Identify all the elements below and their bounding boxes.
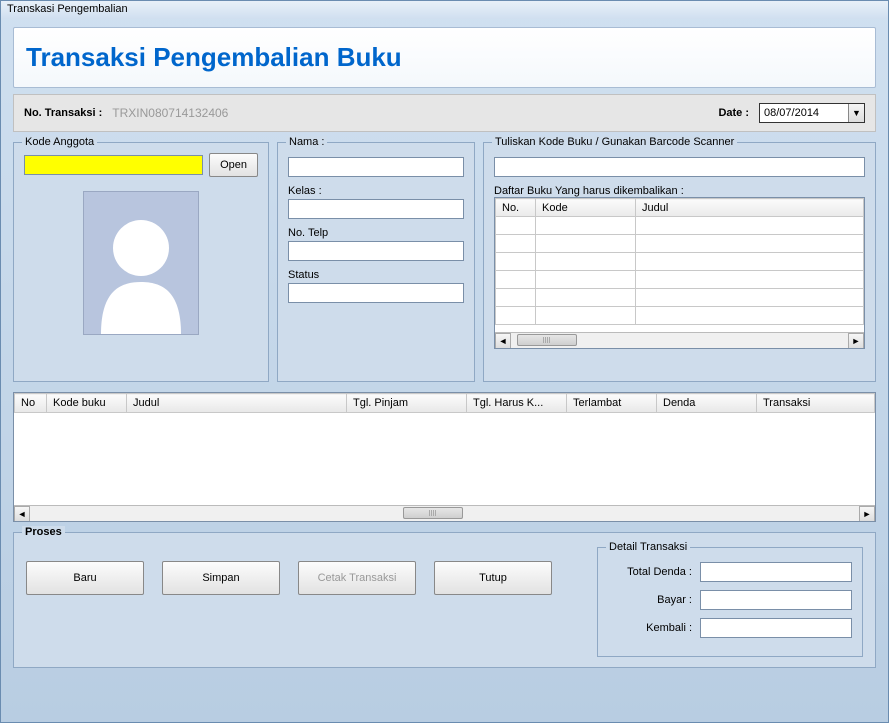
cetak-button[interactable]: Cetak Transaksi [298,561,416,595]
tutup-button[interactable]: Tutup [434,561,552,595]
mcol-tgl-pinjam[interactable]: Tgl. Pinjam [347,394,467,413]
barcode-input[interactable] [494,157,865,177]
member-legend: Kode Anggota [22,136,97,148]
table-row[interactable] [496,271,864,289]
info-group: Nama : Kelas : No. Telp Status [277,142,475,382]
date-input[interactable] [760,105,848,121]
kembali-label: Kembali : [608,622,692,634]
detail-group: Detail Transaksi Total Denda : Bayar : K… [597,547,863,657]
total-denda-label: Total Denda : [608,566,692,578]
scroll-right-icon[interactable]: ► [859,506,875,522]
trx-no-label: No. Transaksi : [24,107,102,119]
header-panel: Transaksi Pengembalian Buku [13,27,876,88]
detail-legend: Detail Transaksi [606,541,690,553]
mcol-judul[interactable]: Judul [127,394,347,413]
mcol-no[interactable]: No [15,394,47,413]
window: Transkasi Pengembalian Transaksi Pengemb… [0,0,889,723]
main-table[interactable]: No Kode buku Judul Tgl. Pinjam Tgl. Haru… [13,392,876,522]
person-icon [83,191,199,334]
table-row[interactable] [496,307,864,325]
kembali-input[interactable] [700,618,852,638]
bayar-input[interactable] [700,590,852,610]
simpan-button[interactable]: Simpan [162,561,280,595]
transaction-bar: No. Transaksi : TRXIN080714132406 Date :… [13,94,876,132]
trx-no-value: TRXIN080714132406 [112,106,228,120]
scroll-thumb[interactable] [517,334,577,346]
kelas-input[interactable] [288,199,464,219]
scroll-left-icon[interactable]: ◄ [495,333,511,349]
mcol-transaksi[interactable]: Transaksi [757,394,875,413]
table-row[interactable] [496,235,864,253]
scroll-left-icon[interactable]: ◄ [14,506,30,522]
scan-group: Tuliskan Kode Buku / Gunakan Barcode Sca… [483,142,876,382]
mcol-terlambat[interactable]: Terlambat [567,394,657,413]
mcol-tgl-harus[interactable]: Tgl. Harus K... [467,394,567,413]
col-judul[interactable]: Judul [636,199,864,217]
page-title: Transaksi Pengembalian Buku [26,42,863,73]
member-code-input[interactable] [24,155,203,175]
telp-label: No. Telp [288,227,464,239]
scrollbar-horizontal[interactable]: ◄ ► [495,332,864,348]
nama-label: Nama : [286,136,327,148]
status-label: Status [288,269,464,281]
book-list-label: Daftar Buku Yang harus dikembalikan : [494,185,684,197]
scan-legend: Tuliskan Kode Buku / Gunakan Barcode Sca… [492,136,737,148]
total-denda-input[interactable] [700,562,852,582]
bayar-label: Bayar : [608,594,692,606]
mcol-denda[interactable]: Denda [657,394,757,413]
date-label: Date : [718,107,749,119]
main-scrollbar-horizontal[interactable]: ◄ ► [14,505,875,521]
window-title: Transkasi Pengembalian [7,3,128,15]
chevron-down-icon[interactable]: ▼ [848,104,864,122]
col-kode[interactable]: Kode [536,199,636,217]
avatar [83,191,199,335]
member-group: Kode Anggota Open [13,142,269,382]
status-input[interactable] [288,283,464,303]
proses-group: Proses Baru Simpan Cetak Transaksi Tutup… [13,532,876,668]
book-list-table[interactable]: No. Kode Judul ◄ [494,197,865,349]
proses-legend: Proses [22,526,65,538]
scroll-right-icon[interactable]: ► [848,333,864,349]
table-row[interactable] [496,289,864,307]
scroll-thumb[interactable] [403,507,463,519]
nama-input[interactable] [288,157,464,177]
open-button[interactable]: Open [209,153,258,177]
date-picker[interactable]: ▼ [759,103,865,123]
window-titlebar: Transkasi Pengembalian [1,1,888,19]
baru-button[interactable]: Baru [26,561,144,595]
col-no[interactable]: No. [496,199,536,217]
kelas-label: Kelas : [288,185,464,197]
mcol-kode[interactable]: Kode buku [47,394,127,413]
telp-input[interactable] [288,241,464,261]
table-row[interactable] [496,217,864,235]
table-row[interactable] [496,253,864,271]
